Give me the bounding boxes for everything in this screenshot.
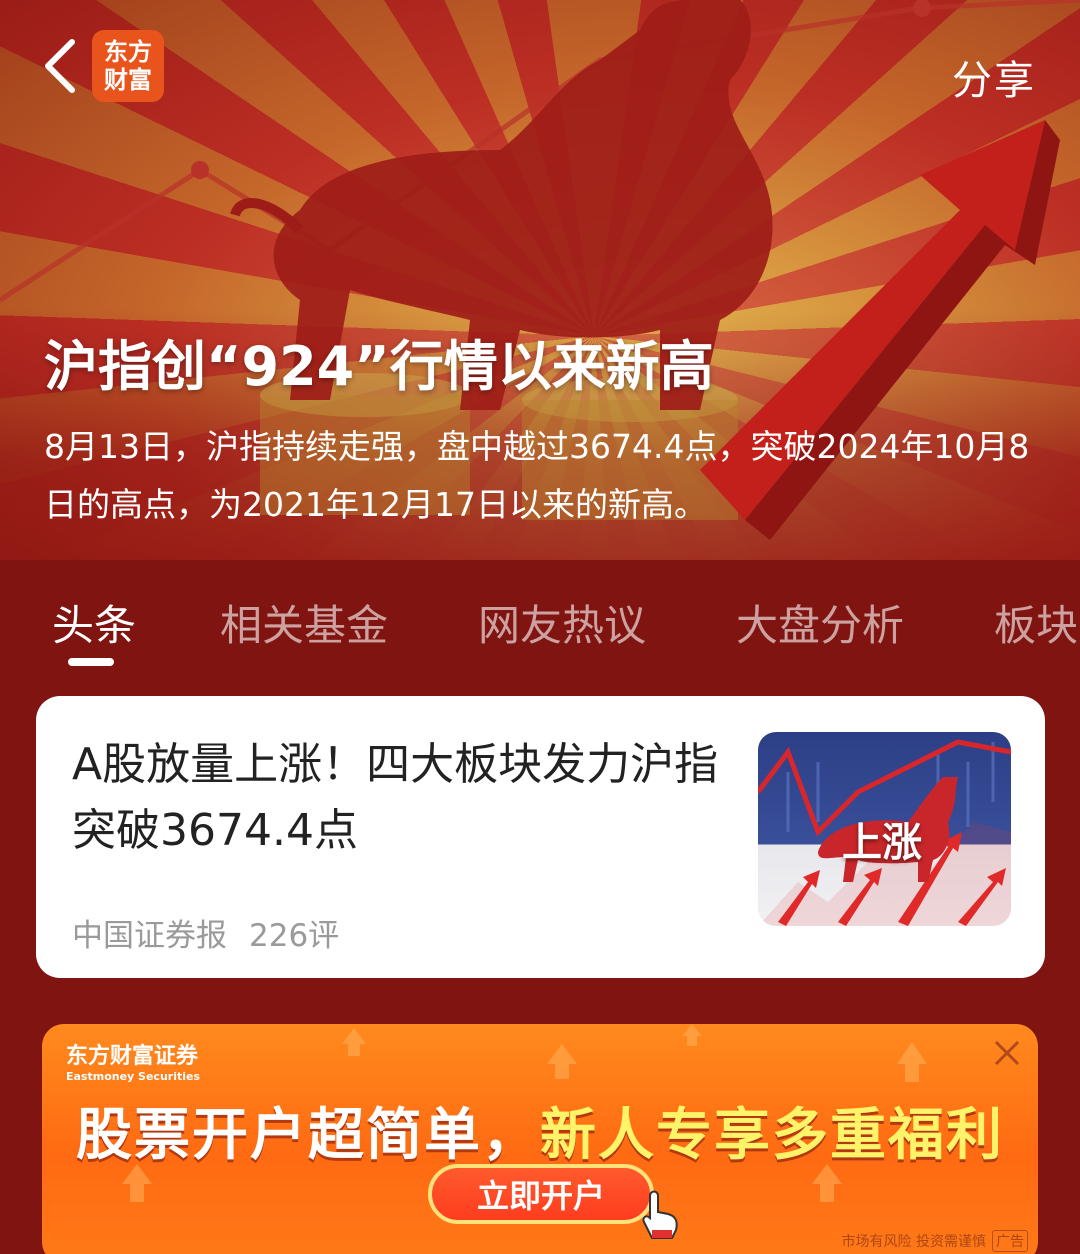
open-account-button[interactable]: 立即开户: [428, 1164, 654, 1224]
news-meta: 中国证券报 226评: [72, 910, 339, 955]
tab-netizen-discussion[interactable]: 网友热议: [478, 592, 646, 653]
news-comment-count[interactable]: 226评: [249, 918, 339, 954]
active-tab-indicator: [68, 658, 114, 666]
pointer-hand-icon: [642, 1190, 678, 1239]
thumbnail-label: 上涨: [842, 820, 922, 866]
tab-sectors[interactable]: 板块: [994, 592, 1078, 653]
ad-headline-part1: 股票开户超简单，: [76, 1103, 540, 1168]
news-card[interactable]: A股放量上涨！四大板块发力沪指突破3674.4点 中国证券报 226评 上涨: [36, 696, 1045, 978]
ad-brand-english: Eastmoney Securities: [66, 1070, 201, 1083]
chevron-left-icon: [45, 39, 75, 93]
ad-brand: 东方财富证券 Eastmoney Securities: [66, 1038, 200, 1083]
topic-description: 8月13日，沪指持续走强，盘中越过3674.4点，突破2024年10月8日的高点…: [44, 427, 1030, 524]
ad-tag: 广告: [992, 1230, 1028, 1252]
topic-tabs: 头条 相关基金 网友热议 大盘分析 板块: [0, 592, 1080, 672]
back-button[interactable]: [30, 36, 90, 96]
topic-hero: 东方财富 分享 沪指创“924”行情以来新高 8月13日，沪指持续走强，盘中越过…: [0, 0, 1080, 560]
ad-banner[interactable]: 东方财富证券 Eastmoney Securities 股票开户超简单，新人专享…: [42, 1024, 1038, 1254]
ad-headline-part2: 新人专享多重福利: [540, 1103, 1004, 1168]
app-logo[interactable]: 东方财富: [92, 30, 164, 102]
ad-risk-notice: 市场有风险 投资需谨慎 广告: [842, 1230, 1028, 1252]
news-source: 中国证券报: [72, 918, 227, 954]
ad-headline: 股票开户超简单，新人专享多重福利: [42, 1090, 1038, 1171]
close-icon[interactable]: [990, 1036, 1024, 1070]
ad-risk-text: 市场有风险 投资需谨慎: [841, 1234, 986, 1250]
tab-headlines[interactable]: 头条: [52, 592, 136, 653]
tab-market-analysis[interactable]: 大盘分析: [736, 592, 904, 653]
news-title[interactable]: A股放量上涨！四大板块发力沪指突破3674.4点: [72, 732, 732, 864]
share-button[interactable]: 分享: [952, 48, 1036, 106]
ad-brand-name: 东方财富证券: [66, 1044, 199, 1069]
topic-title: 沪指创“924”行情以来新高: [44, 335, 714, 398]
news-thumbnail[interactable]: 上涨: [758, 732, 1011, 926]
tab-related-funds[interactable]: 相关基金: [220, 592, 388, 653]
